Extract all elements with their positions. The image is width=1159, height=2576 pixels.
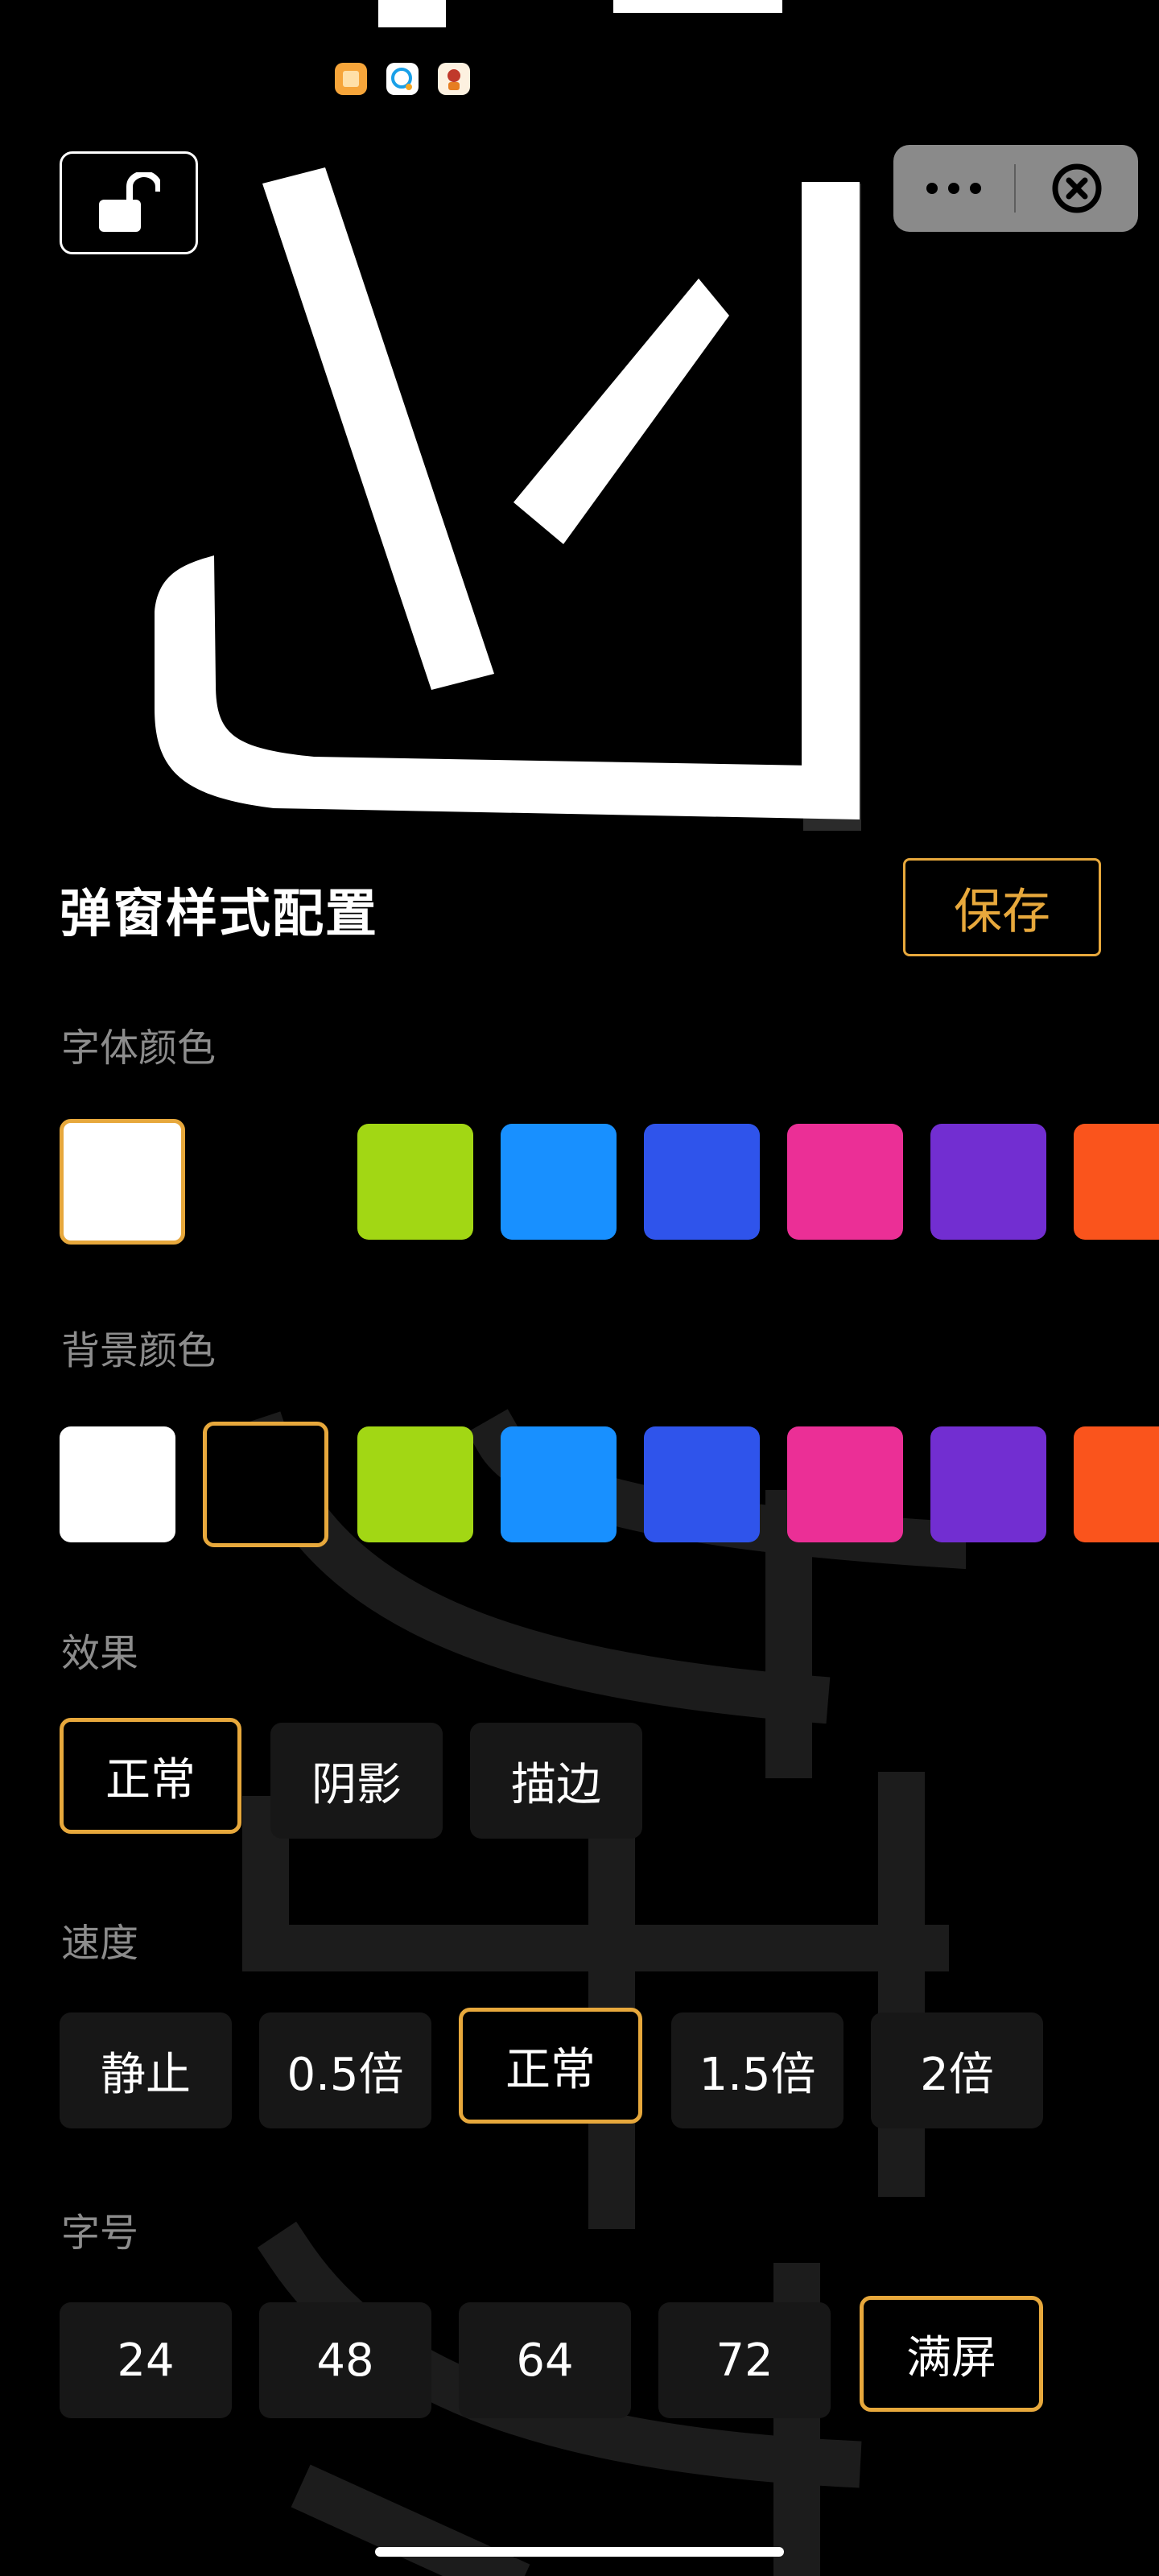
font-size-option-72[interactable]: 72 [658, 2302, 831, 2418]
notification-app-icon [335, 63, 367, 95]
speed-label: 速度 [61, 1921, 139, 1966]
panel-title: 弹窗样式配置 [60, 885, 378, 944]
effect-option-shadow[interactable]: 阴影 [270, 1723, 443, 1839]
bg-color-swatch[interactable] [357, 1426, 473, 1542]
effect-option-normal[interactable]: 正常 [60, 1718, 241, 1834]
font-size-option-fullscreen[interactable]: 满屏 [860, 2296, 1043, 2412]
font-color-swatch[interactable] [203, 1124, 319, 1240]
font-color-swatch[interactable] [60, 1119, 185, 1245]
font-color-swatch[interactable] [644, 1124, 760, 1240]
font-color-label: 字体颜色 [61, 1026, 217, 1071]
font-color-swatch[interactable] [787, 1124, 903, 1240]
more-dots-icon [926, 183, 981, 194]
home-indicator [375, 2547, 784, 2557]
lock-button[interactable] [60, 151, 198, 254]
bg-color-swatch[interactable] [203, 1422, 328, 1547]
effect-label: 效果 [61, 1631, 139, 1676]
bg-color-swatch[interactable] [501, 1426, 617, 1542]
bg-color-swatch[interactable] [930, 1426, 1046, 1542]
speed-option-1-5x[interactable]: 1.5倍 [671, 2013, 843, 2128]
speed-option-2x[interactable]: 2倍 [871, 2013, 1043, 2128]
status-bar-fragment [613, 0, 782, 13]
more-button[interactable] [893, 145, 1014, 232]
speed-option-0-5x[interactable]: 0.5倍 [259, 2013, 431, 2128]
bg-color-label: 背景颜色 [61, 1328, 217, 1373]
font-color-swatch[interactable] [501, 1124, 617, 1240]
chat-app-icon [386, 63, 419, 95]
save-button[interactable]: 保存 [903, 858, 1101, 956]
game-app-icon [438, 63, 470, 95]
mini-program-capsule [893, 145, 1138, 232]
bg-color-swatch[interactable] [787, 1426, 903, 1542]
bg-color-swatch[interactable] [1074, 1426, 1159, 1542]
font-color-swatch[interactable] [930, 1124, 1046, 1240]
effect-option-stroke[interactable]: 描边 [470, 1723, 642, 1839]
status-bar-fragment [378, 0, 446, 27]
status-bar [0, 0, 1159, 56]
close-circle-icon [1052, 163, 1102, 213]
unlocked-padlock-icon [99, 172, 160, 232]
font-color-swatch[interactable] [357, 1124, 473, 1240]
close-button[interactable] [1016, 145, 1138, 232]
font-size-option-24[interactable]: 24 [60, 2302, 232, 2418]
bg-color-swatch[interactable] [644, 1426, 760, 1542]
font-size-option-64[interactable]: 64 [459, 2302, 631, 2418]
font-size-label: 字号 [61, 2211, 139, 2256]
bg-color-swatch[interactable] [60, 1426, 175, 1542]
font-color-swatch[interactable] [1074, 1124, 1159, 1240]
speed-option-normal[interactable]: 正常 [459, 2008, 642, 2124]
speed-option-still[interactable]: 静止 [60, 2013, 232, 2128]
font-size-option-48[interactable]: 48 [259, 2302, 431, 2418]
